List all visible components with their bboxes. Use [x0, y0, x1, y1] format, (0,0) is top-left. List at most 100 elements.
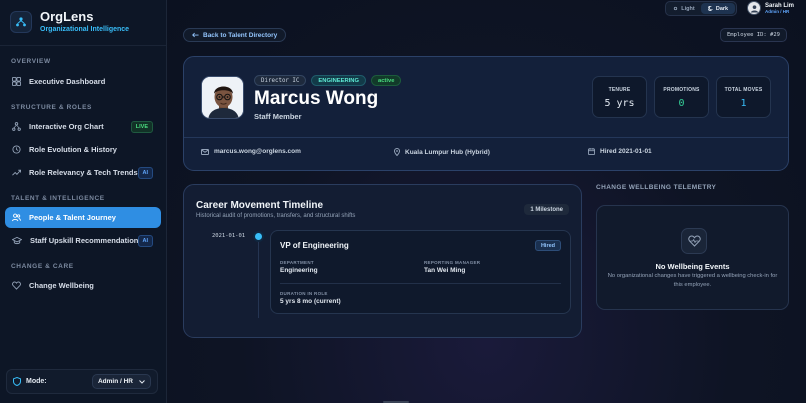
event-type-badge: Hired	[534, 240, 561, 251]
timeline-title: Career Movement Timeline	[196, 200, 324, 211]
section-overview: OVERVIEW	[11, 58, 51, 65]
duration-label: DURATION IN ROLE	[280, 291, 328, 296]
sidebar-item-staff-upskill[interactable]: Staff Upskill Recommendations AI	[5, 230, 161, 251]
shield-icon	[13, 377, 21, 386]
theme-light-label: Light	[681, 5, 695, 12]
chevron-down-icon	[139, 379, 145, 384]
stat-label: TENURE	[608, 87, 631, 93]
user-menu[interactable]: Sarah Lim Admin / HR	[747, 1, 794, 15]
profile-card: Director IC ENGINEERING active Marcus Wo…	[183, 56, 789, 171]
sidebar-item-label: Executive Dashboard	[29, 77, 106, 86]
wellbeing-title: No Wellbeing Events	[655, 262, 730, 271]
sun-icon	[674, 6, 678, 11]
event-role: VP of Engineering	[280, 241, 349, 250]
manager-value: Tan Wei Ming	[424, 267, 466, 274]
duration-value: 5 yrs 8 mo (current)	[280, 298, 341, 305]
brand-tagline: Organizational Intelligence	[40, 26, 130, 33]
sidebar-item-label: Change Wellbeing	[29, 281, 94, 290]
section-change-care: CHANGE & CARE	[11, 263, 74, 270]
stat-value: 5 yrs	[604, 98, 635, 109]
employee-id-badge: Employee ID: #29	[720, 28, 787, 42]
wellbeing-heading: CHANGE WELLBEING TELEMETRY	[596, 184, 717, 191]
employee-avatar	[201, 76, 244, 119]
sidebar-item-label: Role Relevancy & Tech Trends	[29, 168, 138, 177]
moon-icon	[707, 6, 713, 11]
ai-badge: AI	[137, 166, 153, 179]
department-tag: ENGINEERING	[311, 75, 366, 86]
brand-name: OrgLens	[40, 9, 94, 24]
timeline-event-card[interactable]: VP of Engineering Hired DEPARTMENT Engin…	[270, 230, 571, 314]
sidebar: OrgLens Organizational Intelligence OVER…	[0, 0, 167, 403]
mail-icon	[201, 148, 209, 155]
stat-label: PROMOTIONS	[663, 87, 700, 93]
mode-switcher: Mode: Admin / HR	[6, 369, 158, 394]
employee-title: Staff Member	[254, 112, 302, 121]
wellbeing-card: No Wellbeing Events No organizational ch…	[596, 205, 789, 310]
ai-badge: AI	[137, 234, 153, 247]
back-to-directory-button[interactable]: Back to Talent Directory	[183, 28, 287, 42]
theme-toggle: Light Dark	[665, 1, 737, 16]
org-chart-icon	[12, 122, 21, 131]
sidebar-item-people-talent-journey[interactable]: People & Talent Journey	[5, 207, 161, 228]
sidebar-item-label: Role Evolution & History	[29, 145, 117, 154]
profile-divider	[184, 137, 788, 138]
user-name: Sarah Lim	[765, 2, 795, 9]
section-structure-roles: STRUCTURE & ROLES	[11, 104, 92, 111]
dashboard-icon	[12, 77, 21, 86]
department-label: DEPARTMENT	[280, 260, 314, 265]
stat-value: 0	[678, 98, 685, 109]
profile-tags: Director IC ENGINEERING active	[254, 75, 402, 86]
event-divider	[280, 283, 561, 284]
user-role: Admin / HR	[765, 8, 790, 14]
brand: OrgLens Organizational Intelligence	[0, 0, 166, 46]
back-label: Back to Talent Directory	[203, 31, 278, 39]
milestone-count: 1 Milestone	[524, 204, 569, 215]
sidebar-item-role-evolution[interactable]: Role Evolution & History	[5, 139, 161, 160]
live-badge: LIVE	[130, 120, 153, 133]
main-content: Light Dark Sarah Lim Admin / HR Back to …	[167, 0, 806, 403]
stat-total-moves: TOTAL MOVES 1	[716, 76, 771, 118]
sidebar-item-executive-dashboard[interactable]: Executive Dashboard	[5, 71, 161, 92]
map-pin-icon	[394, 148, 400, 156]
career-timeline-card: Career Movement Timeline Historical audi…	[183, 184, 582, 338]
stat-label: TOTAL MOVES	[724, 87, 763, 93]
heart-icon	[12, 281, 21, 290]
hired-text: Hired 2021-01-01	[600, 148, 652, 155]
status-badge: active	[370, 75, 402, 86]
manager-label: REPORTING MANAGER	[424, 260, 481, 265]
theme-light-button[interactable]: Light	[667, 3, 701, 14]
arrow-left-icon	[192, 32, 199, 38]
employee-name: Marcus Wong	[254, 88, 379, 109]
email-text: marcus.wong@orglens.com	[214, 148, 301, 155]
mode-value: Admin / HR	[97, 378, 133, 385]
stat-promotions: PROMOTIONS 0	[654, 76, 709, 118]
sidebar-item-role-relevancy[interactable]: Role Relevancy & Tech Trends AI	[5, 162, 161, 183]
level-tag: Director IC	[254, 75, 307, 86]
user-icon	[750, 4, 758, 13]
theme-dark-button[interactable]: Dark	[701, 3, 735, 14]
mode-label: Mode:	[26, 378, 47, 385]
email-contact[interactable]: marcus.wong@orglens.com	[201, 148, 301, 155]
timeline-subtitle: Historical audit of promotions, transfer…	[196, 213, 356, 219]
theme-dark-label: Dark	[715, 5, 729, 12]
section-talent-intelligence: TALENT & INTELLIGENCE	[11, 195, 105, 202]
trend-icon	[12, 169, 21, 176]
sidebar-item-label: People & Talent Journey	[29, 213, 116, 222]
stat-value: 1	[740, 98, 747, 109]
graduation-cap-icon	[12, 236, 22, 245]
department-value: Engineering	[280, 267, 318, 274]
location-text: Kuala Lumpur Hub (Hybrid)	[405, 148, 490, 156]
mode-select[interactable]: Admin / HR	[91, 374, 151, 389]
sidebar-item-org-chart[interactable]: Interactive Org Chart LIVE	[5, 116, 161, 137]
heart-pulse-icon	[681, 228, 707, 254]
timeline-line	[258, 238, 259, 318]
sidebar-item-change-wellbeing[interactable]: Change Wellbeing	[5, 275, 161, 296]
stat-tenure: TENURE 5 yrs	[592, 76, 647, 118]
people-icon	[12, 213, 21, 222]
sidebar-item-label: Interactive Org Chart	[29, 122, 104, 131]
timeline-dot	[255, 233, 262, 240]
calendar-icon	[588, 148, 595, 155]
hired-date: Hired 2021-01-01	[588, 148, 652, 155]
avatar	[747, 1, 761, 15]
sidebar-item-label: Staff Upskill Recommendations	[30, 236, 143, 245]
